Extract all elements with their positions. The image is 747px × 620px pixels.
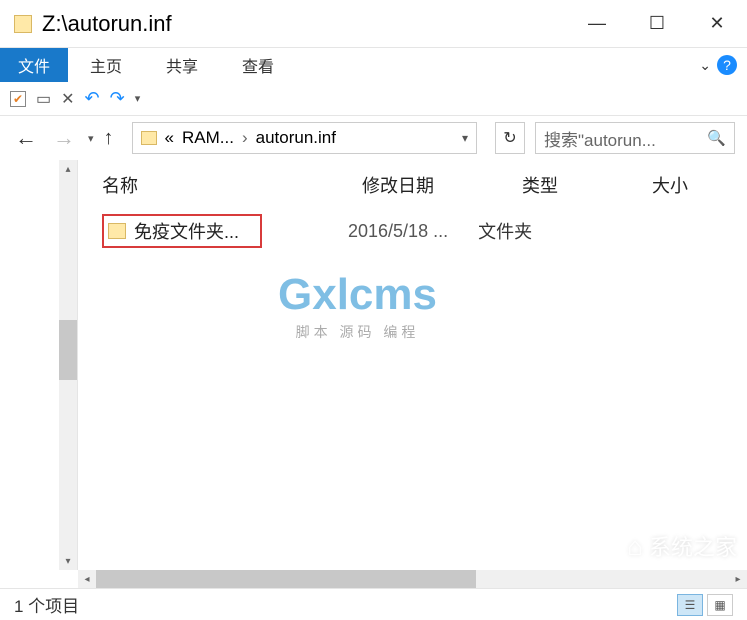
navigation-pane: ▴ ▾: [0, 160, 78, 570]
ribbon-tabs: 文件 主页 共享 查看 ⌄ ?: [0, 48, 747, 82]
up-button[interactable]: ↑: [104, 127, 114, 150]
details-view-button[interactable]: ☰: [677, 594, 703, 616]
address-seg2[interactable]: autorun.inf: [256, 128, 336, 148]
title-bar: Z:\autorun.inf — ☐ ✕: [0, 0, 747, 48]
close-button[interactable]: ✕: [687, 0, 747, 47]
search-icon: 🔍: [707, 129, 726, 147]
history-dropdown-icon[interactable]: ▾: [88, 132, 94, 145]
address-prefix: «: [165, 128, 174, 148]
watermark-logo: Gxlcms: [278, 270, 437, 320]
back-button[interactable]: ←: [12, 125, 40, 151]
navigation-bar: ← → ▾ ↑ « RAM... › autorun.inf ▾ ↻ 搜索"au…: [0, 116, 747, 160]
window-controls: — ☐ ✕: [567, 0, 747, 47]
properties-icon[interactable]: ▭: [36, 89, 51, 109]
scroll-right-icon[interactable]: ▸: [729, 570, 747, 588]
refresh-button[interactable]: ↻: [495, 122, 525, 154]
checkbox-toggle-icon[interactable]: ✔: [10, 91, 26, 107]
ribbon-right: ⌄ ?: [699, 48, 747, 82]
delete-icon[interactable]: ✕: [61, 89, 74, 109]
file-name-highlight: 免疫文件夹...: [102, 214, 262, 248]
help-icon[interactable]: ?: [717, 55, 737, 75]
minimize-button[interactable]: —: [567, 0, 627, 47]
window-icon: [14, 15, 32, 33]
quick-access-toolbar: ✔ ▭ ✕ ↶ ↷ ▾: [0, 82, 747, 116]
tab-view[interactable]: 查看: [220, 48, 296, 82]
scroll-track[interactable]: [96, 570, 729, 588]
undo-icon[interactable]: ↶: [85, 88, 100, 109]
redo-icon[interactable]: ↷: [110, 88, 125, 109]
column-size[interactable]: 大小: [652, 172, 712, 198]
watermark-corner-text: 系统之家: [649, 530, 737, 562]
tab-share[interactable]: 共享: [144, 48, 220, 82]
tab-file[interactable]: 文件: [0, 48, 68, 82]
scroll-down-icon[interactable]: ▾: [59, 552, 77, 570]
file-type: 文件夹: [478, 218, 532, 244]
forward-button[interactable]: →: [50, 125, 78, 151]
watermark-corner: ⌂ 系统之家: [627, 530, 737, 562]
folder-icon: [108, 223, 126, 239]
house-icon: ⌂: [627, 531, 643, 562]
column-date[interactable]: 修改日期: [362, 172, 522, 198]
chevron-right-icon[interactable]: ›: [242, 128, 248, 148]
status-count: 1 个项目: [14, 592, 79, 617]
qat-dropdown-icon[interactable]: ▾: [135, 92, 141, 105]
maximize-button[interactable]: ☐: [627, 0, 687, 47]
column-headers: 名称 修改日期 类型 大小: [78, 160, 747, 208]
status-bar: 1 个项目 ☰ ▦: [0, 588, 747, 620]
icons-view-button[interactable]: ▦: [707, 594, 733, 616]
address-seg1[interactable]: RAM...: [182, 128, 234, 148]
watermark-sub: 脚本 源码 编程: [278, 322, 437, 342]
folder-icon: [141, 131, 157, 145]
scroll-thumb[interactable]: [59, 320, 77, 380]
horizontal-scrollbar[interactable]: ◂ ▸: [78, 570, 747, 588]
address-bar[interactable]: « RAM... › autorun.inf ▾: [132, 122, 477, 154]
view-switcher: ☰ ▦: [677, 594, 733, 616]
column-type[interactable]: 类型: [522, 172, 652, 198]
search-placeholder: 搜索"autorun...: [544, 126, 707, 151]
tab-home[interactable]: 主页: [68, 48, 144, 82]
watermark: Gxlcms 脚本 源码 编程: [278, 270, 437, 342]
column-name[interactable]: 名称: [102, 172, 362, 198]
scroll-thumb[interactable]: [96, 570, 476, 588]
list-item[interactable]: 免疫文件夹... 2016/5/18 ... 文件夹: [78, 208, 747, 254]
content-area: ▴ ▾ 名称 修改日期 类型 大小 免疫文件夹... 2016/5/18 ...…: [0, 160, 747, 570]
file-date: 2016/5/18 ...: [348, 221, 448, 242]
nav-scrollbar[interactable]: ▴ ▾: [59, 160, 77, 570]
window-title: Z:\autorun.inf: [42, 11, 567, 37]
scroll-left-icon[interactable]: ◂: [78, 570, 96, 588]
file-name: 免疫文件夹...: [134, 218, 239, 244]
search-input[interactable]: 搜索"autorun... 🔍: [535, 122, 735, 154]
scroll-up-icon[interactable]: ▴: [59, 160, 77, 178]
file-list: 名称 修改日期 类型 大小 免疫文件夹... 2016/5/18 ... 文件夹…: [78, 160, 747, 570]
address-dropdown-icon[interactable]: ▾: [462, 131, 468, 145]
ribbon-collapse-icon[interactable]: ⌄: [699, 57, 711, 74]
